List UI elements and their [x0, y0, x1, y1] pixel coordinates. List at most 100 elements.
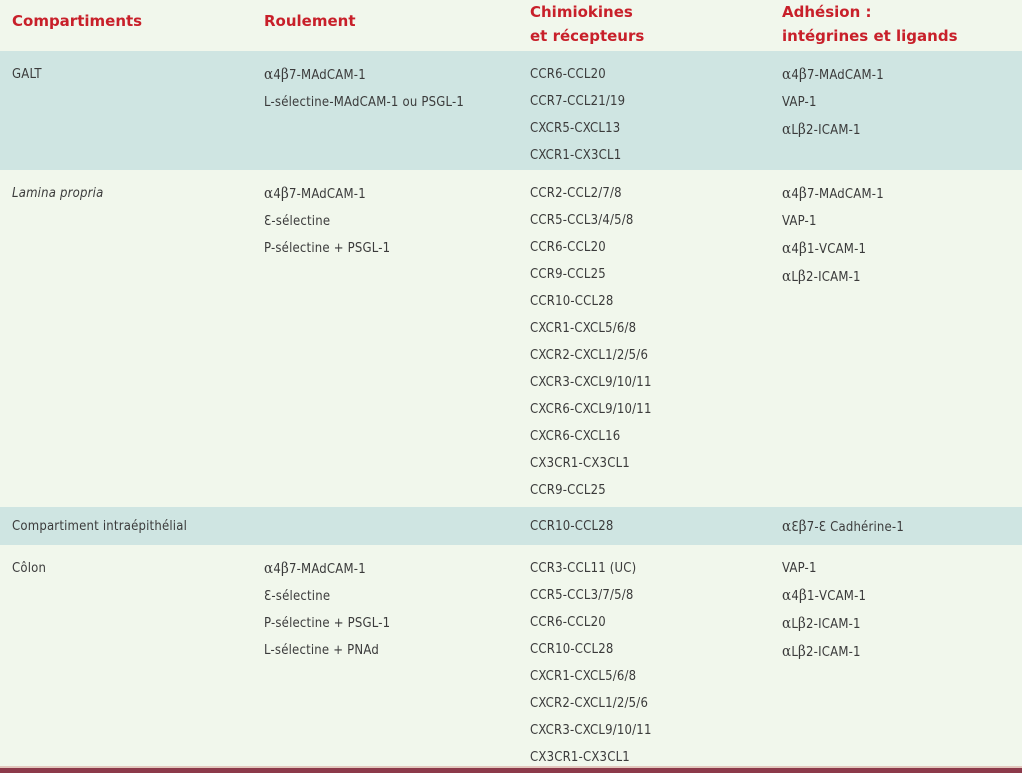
greek-letter: β — [280, 184, 289, 202]
cell-chimiokines: CCR10-CCL28 — [530, 513, 614, 540]
greek-letter: α — [264, 184, 274, 202]
header-roulement: Roulement — [264, 9, 356, 33]
compartiment-label: GALT — [12, 67, 42, 82]
greek-letter: β — [798, 267, 807, 285]
cell-entry: αLβ2-ICAM-1 — [782, 120, 861, 138]
cell-entry: L-sélectine + PNAd — [264, 643, 379, 658]
chemokine-adhesion-table: Compartiments Roulement Chimiokines et r… — [0, 0, 1022, 773]
cell-entry: CCR2-CCL2/7/8 — [530, 186, 622, 201]
cell-entry: α4β7-MAdCAM-1 — [264, 184, 366, 202]
greek-letter: β — [798, 614, 807, 632]
header-line: et récepteurs — [530, 27, 645, 45]
greek-letter: α — [782, 517, 792, 535]
cell-chimiokines: CCR6-CCL20 CCR7-CCL21/19 CXCR5-CXCL13 CXCR1… — [530, 61, 625, 169]
cell-entry: α4β7-MAdCAM-1 — [264, 559, 366, 577]
greek-letter: α — [264, 65, 274, 83]
cell-entry: α4β7-MAdCAM-1 — [782, 184, 884, 202]
cell-entry: CX3CR1-CX3CL1 — [530, 456, 630, 471]
greek-letter: α — [782, 120, 792, 138]
compartiment-label: Compartiment intraépithélial — [12, 519, 188, 534]
cell-entry: CXCR5-CXCL13 — [530, 121, 621, 136]
cell-chimiokines: CCR3-CCL11 (UC) CCR5-CCL3/7/5/8 CCR6-CCL20… — [530, 555, 652, 771]
cell-entry: CCR9-CCL25 — [530, 267, 606, 282]
header-chimiokines: Chimiokines et récepteurs — [530, 0, 644, 48]
header-adhesion: Adhésion : intégrines et ligands — [782, 0, 958, 48]
greek-letter: β — [798, 586, 807, 604]
cell-compartiment: GALT — [12, 61, 42, 88]
greek-letter: α — [782, 184, 792, 202]
cell-entry: αLβ2-ICAM-1 — [782, 267, 861, 285]
cell-compartiment: Lamina propria — [12, 180, 103, 207]
cell-entry: αLβ2-ICAM-1 — [782, 614, 861, 632]
cell-entry: P-sélectine + PSGL-1 — [264, 616, 391, 631]
cell-adhesion: VAP-1 α4β1-VCAM-1 αLβ2-ICAM-1 αLβ2-ICAM-1 — [782, 555, 866, 666]
cell-entry: CCR6-CCL20 — [530, 615, 606, 630]
cell-compartiment: Côlon — [12, 555, 46, 582]
cell-roulement: α4β7-MAdCAM-1 L-sélectine-MAdCAM-1 ou PSG… — [264, 61, 464, 116]
header-line: Chimiokines — [530, 3, 633, 21]
cell-entry: CCR6-CCL20 — [530, 67, 606, 82]
table-header: Compartiments Roulement Chimiokines et r… — [0, 0, 1022, 51]
header-line: Adhésion : — [782, 3, 872, 21]
cell-entry: L-sélectine-MAdCAM-1 ou PSGL-1 — [264, 95, 465, 110]
greek-letter: α — [264, 559, 274, 577]
table-row: GALT α4β7-MAdCAM-1 L-sélectine-MAdCAM-1 ou… — [0, 51, 1022, 170]
greek-letter: β — [798, 239, 807, 257]
cell-entry: α4β7-MAdCAM-1 — [782, 65, 884, 83]
greek-letter: α — [782, 65, 792, 83]
cell-entry: CCR5-CCL3/7/5/8 — [530, 588, 634, 603]
bottom-rule — [0, 768, 1022, 773]
cell-entry: α4β1-VCAM-1 — [782, 586, 867, 604]
greek-letter: β — [798, 65, 807, 83]
cell-entry: CCR10-CCL28 — [530, 519, 614, 534]
cell-adhesion: αƐβ7-Ɛ Cadhérine-1 — [782, 513, 904, 541]
cell-entry: CXCR3-CXCL9/10/11 — [530, 375, 652, 390]
greek-letter: β — [798, 120, 807, 138]
cell-entry: CCR3-CCL11 (UC) — [530, 561, 637, 576]
header-line: intégrines et ligands — [782, 27, 958, 45]
cell-roulement: α4β7-MAdCAM-1 Ɛ-sélectine P-sélectine + PS… — [264, 180, 390, 262]
table-row: Lamina propria α4β7-MAdCAM-1 Ɛ-sélectine P-… — [0, 170, 1022, 507]
header-line: Compartiments — [12, 12, 143, 30]
cell-entry: CCR5-CCL3/4/5/8 — [530, 213, 634, 228]
compartiment-label: Côlon — [12, 561, 47, 576]
greek-letter: β — [280, 559, 289, 577]
cell-entry: Ɛ-sélectine — [264, 589, 331, 604]
cell-chimiokines: CCR2-CCL2/7/8 CCR5-CCL3/4/5/8 CCR6-CCL20 CC… — [530, 180, 652, 504]
cell-entry: CXCR6-CXCL9/10/11 — [530, 402, 652, 417]
cell-entry: CXCR3-CXCL9/10/11 — [530, 723, 652, 738]
greek-letter: α — [782, 614, 792, 632]
cell-entry: CXCR1-CXCL5/6/8 — [530, 669, 637, 684]
cell-entry: VAP-1 — [782, 214, 817, 229]
cell-entry: αƐβ7-Ɛ Cadhérine-1 — [782, 517, 904, 535]
cell-entry: Ɛ-sélectine — [264, 214, 331, 229]
cell-entry: CXCR2-CXCL1/2/5/6 — [530, 696, 649, 711]
greek-letter: β — [798, 642, 807, 660]
cell-entry: VAP-1 — [782, 561, 817, 576]
cell-entry: CCR6-CCL20 — [530, 240, 606, 255]
greek-letter: β — [798, 517, 807, 535]
cell-entry: α4β7-MAdCAM-1 — [264, 65, 366, 83]
cell-adhesion: α4β7-MAdCAM-1 VAP-1 αLβ2-ICAM-1 — [782, 61, 884, 144]
cell-entry: CXCR6-CXCL16 — [530, 429, 621, 444]
greek-letter: α — [782, 267, 792, 285]
table-row: Côlon α4β7-MAdCAM-1 Ɛ-sélectine P-sélectine… — [0, 545, 1022, 766]
cell-entry: αLβ2-ICAM-1 — [782, 642, 861, 660]
greek-letter: β — [280, 65, 289, 83]
cell-entry: P-sélectine + PSGL-1 — [264, 241, 391, 256]
greek-letter: α — [782, 586, 792, 604]
table-row: Compartiment intraépithélial CCR10-CCL28 α… — [0, 507, 1022, 545]
cell-entry: CXCR1-CXCL5/6/8 — [530, 321, 637, 336]
cell-entry: CCR9-CCL25 — [530, 483, 606, 498]
cell-entry: CXCR2-CXCL1/2/5/6 — [530, 348, 649, 363]
cell-adhesion: α4β7-MAdCAM-1 VAP-1 α4β1-VCAM-1 αLβ2-ICAM-1 — [782, 180, 884, 291]
cell-entry: α4β1-VCAM-1 — [782, 239, 867, 257]
header-line: Roulement — [264, 12, 356, 30]
greek-letter: α — [782, 642, 792, 660]
cell-entry: CXCR1-CX3CL1 — [530, 148, 622, 163]
cell-entry: CCR10-CCL28 — [530, 642, 614, 657]
header-compartiments: Compartiments — [12, 9, 142, 33]
cell-compartiment: Compartiment intraépithélial — [12, 513, 187, 540]
greek-letter: α — [782, 239, 792, 257]
cell-roulement: α4β7-MAdCAM-1 Ɛ-sélectine P-sélectine + PS… — [264, 555, 390, 664]
